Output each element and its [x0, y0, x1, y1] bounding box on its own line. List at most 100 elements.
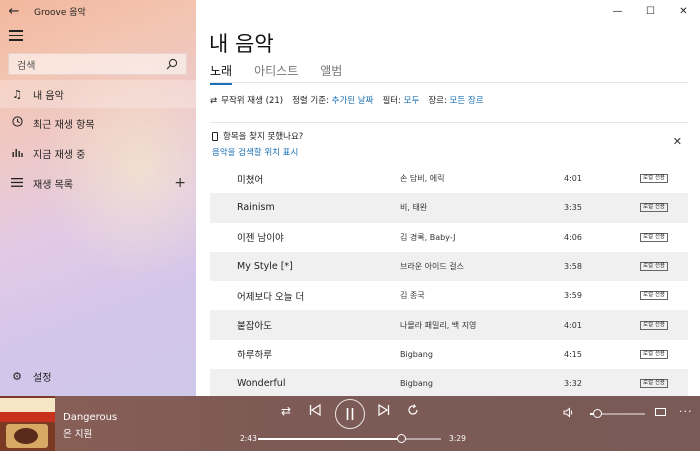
music-note-icon: ♫ — [12, 87, 22, 101]
song-title: 붙잡아도 — [237, 321, 272, 333]
filter-dropdown[interactable]: 필터: 모두 — [382, 94, 419, 106]
page-title: 내 음악 — [209, 32, 274, 56]
local-only-badge: 로컬 전용 — [640, 174, 668, 184]
sidebar-item-label: 재생 목록 — [33, 179, 73, 191]
repeat-icon — [408, 404, 418, 415]
sort-value: 추가된 날짜 — [331, 96, 374, 106]
album-art[interactable] — [0, 396, 55, 451]
volume-slider-thumb[interactable] — [592, 409, 602, 418]
repeat-button[interactable] — [407, 404, 419, 419]
missing-items-notice: 항목을 찾지 못했나요? 음악을 검색할 위치 표시 — [212, 130, 303, 158]
search-placeholder: 검색 — [17, 60, 36, 72]
local-only-badge: 로컬 전용 — [640, 349, 668, 359]
song-duration: 3:32 — [564, 379, 582, 389]
speaker-icon — [563, 407, 573, 418]
equalizer-icon — [10, 147, 24, 160]
sidebar-item-recent[interactable]: 최근 재생 항목 — [0, 109, 196, 137]
hamburger-menu-icon[interactable] — [9, 30, 23, 42]
table-row[interactable]: 어제보다 오늘 더 김 종국 3:59 로컬 전용 — [210, 281, 688, 310]
local-only-badge: 로컬 전용 — [640, 232, 668, 242]
table-row[interactable]: 붙잡아도 나몰라 패밀리, 백 지영 4:01 로컬 전용 — [210, 310, 688, 340]
sidebar-item-label: 내 음악 — [33, 90, 64, 102]
maximize-button[interactable]: ☐ — [634, 0, 667, 22]
song-title: My Style [*] — [237, 261, 293, 273]
close-notice-icon[interactable]: ✕ — [673, 135, 682, 148]
pause-icon — [346, 408, 354, 420]
table-row[interactable]: 미쳤어 손 담비, 에릭 4:01 로컬 전용 — [210, 164, 688, 193]
song-duration: 3:58 — [564, 262, 582, 272]
table-row[interactable]: 하루하루 Bigbang 4:15 로컬 전용 — [210, 340, 688, 369]
song-duration: 3:59 — [564, 291, 582, 301]
main-panel: — ☐ ✕ 내 음악 노래 아티스트 앨범 ⇄ 무작위 재생 (21) 정렬 기준… — [196, 0, 700, 399]
filter-bar: ⇄ 무작위 재생 (21) 정렬 기준: 추가된 날짜 필터: 모두 장르: 모든… — [210, 94, 493, 106]
sidebar-item-label: 지금 재생 중 — [33, 149, 86, 161]
table-row[interactable]: 이젠 남이야 김 경록, Baby-J 4:06 로컬 전용 — [210, 223, 688, 252]
now-playing-bar: Dangerous 은 지원 ⇄ 2:43 3:29 ··· — [0, 396, 700, 451]
previous-icon — [309, 403, 321, 417]
table-row[interactable]: My Style [*] 브라운 아이드 걸스 3:58 로컬 전용 — [210, 251, 688, 282]
sidebar-item-settings[interactable]: ⚙ 설정 — [0, 362, 196, 390]
notice-question: 항목을 찾지 못했나요? — [223, 132, 304, 142]
phone-icon — [212, 131, 218, 141]
local-only-badge: 로컬 전용 — [640, 379, 668, 389]
volume-slider[interactable] — [590, 409, 645, 418]
table-row[interactable]: Rainism 비, 태완 3:35 로컬 전용 — [210, 193, 688, 223]
sidebar-item-now-playing[interactable]: 지금 재생 중 — [0, 139, 196, 167]
seek-bar[interactable] — [258, 434, 441, 443]
song-artist: 김 경록, Baby-J — [400, 232, 456, 242]
total-time: 3:29 — [449, 434, 466, 443]
mini-player-icon[interactable] — [655, 408, 666, 416]
shuffle-label: 무작위 재생 (21) — [221, 96, 284, 106]
song-artist: 비, 태완 — [400, 203, 428, 213]
track-title[interactable]: Dangerous — [63, 412, 117, 423]
back-button[interactable]: ← — [0, 0, 28, 22]
filter-value: 모두 — [403, 96, 420, 106]
song-title: Rainism — [237, 202, 275, 214]
search-input[interactable]: 검색 — [8, 53, 187, 75]
song-title: 하루하루 — [237, 350, 272, 362]
more-options-icon[interactable]: ··· — [679, 405, 693, 418]
shuffle-button[interactable]: ⇄ — [281, 404, 291, 418]
title-bar: ← Groove 음악 — [0, 0, 196, 22]
divider — [210, 82, 688, 83]
add-playlist-icon[interactable]: + — [174, 175, 186, 191]
minimize-icon: — — [612, 5, 623, 17]
song-artist: 김 종국 — [400, 291, 425, 301]
clock-icon — [10, 116, 24, 130]
song-duration: 4:06 — [564, 232, 582, 242]
genre-value: 모든 장르 — [449, 96, 484, 106]
filter-prefix: 필터: — [382, 96, 401, 106]
close-window-button[interactable]: ✕ — [667, 0, 700, 22]
local-only-badge: 로컬 전용 — [640, 320, 668, 330]
local-only-badge: 로컬 전용 — [640, 262, 668, 272]
song-duration: 4:01 — [564, 320, 582, 330]
track-artist[interactable]: 은 지원 — [63, 426, 92, 440]
song-duration: 3:35 — [564, 203, 582, 213]
song-duration: 4:01 — [564, 174, 582, 184]
settings-label: 설정 — [33, 372, 52, 384]
next-button[interactable] — [378, 403, 390, 419]
shuffle-all-button[interactable]: ⇄ 무작위 재생 (21) — [210, 94, 283, 106]
seek-bar-thumb[interactable] — [396, 434, 406, 443]
sidebar-item-playlists[interactable]: 재생 목록 + — [0, 169, 196, 197]
previous-button[interactable] — [309, 403, 321, 419]
song-list: 미쳤어 손 담비, 에릭 4:01 로컬 전용 Rainism 비, 태완 3:… — [210, 164, 688, 399]
minimize-button[interactable]: — — [601, 0, 634, 22]
sort-dropdown[interactable]: 정렬 기준: 추가된 날짜 — [292, 94, 373, 106]
window-controls: — ☐ ✕ — [601, 0, 700, 22]
sidebar: ← Groove 음악 검색 ♫ 내 음악 최근 재생 항목 지금 재생 중 재… — [0, 0, 196, 396]
song-artist: Bigbang — [400, 379, 433, 389]
divider — [210, 122, 688, 123]
sidebar-item-my-music[interactable]: ♫ 내 음악 — [0, 80, 196, 108]
search-icon[interactable] — [166, 58, 178, 70]
sidebar-item-label: 최근 재생 항목 — [33, 119, 95, 131]
pause-button[interactable] — [335, 399, 365, 429]
volume-button[interactable] — [563, 407, 574, 421]
back-arrow-icon: ← — [8, 3, 20, 19]
playlist-icon — [10, 177, 24, 190]
genre-dropdown[interactable]: 장르: 모든 장르 — [428, 94, 483, 106]
show-music-locations-link[interactable]: 음악을 검색할 위치 표시 — [212, 146, 303, 158]
close-icon: ✕ — [679, 5, 688, 17]
next-icon — [378, 403, 390, 417]
table-row[interactable]: Wonderful Bigbang 3:32 로컬 전용 — [210, 369, 688, 399]
